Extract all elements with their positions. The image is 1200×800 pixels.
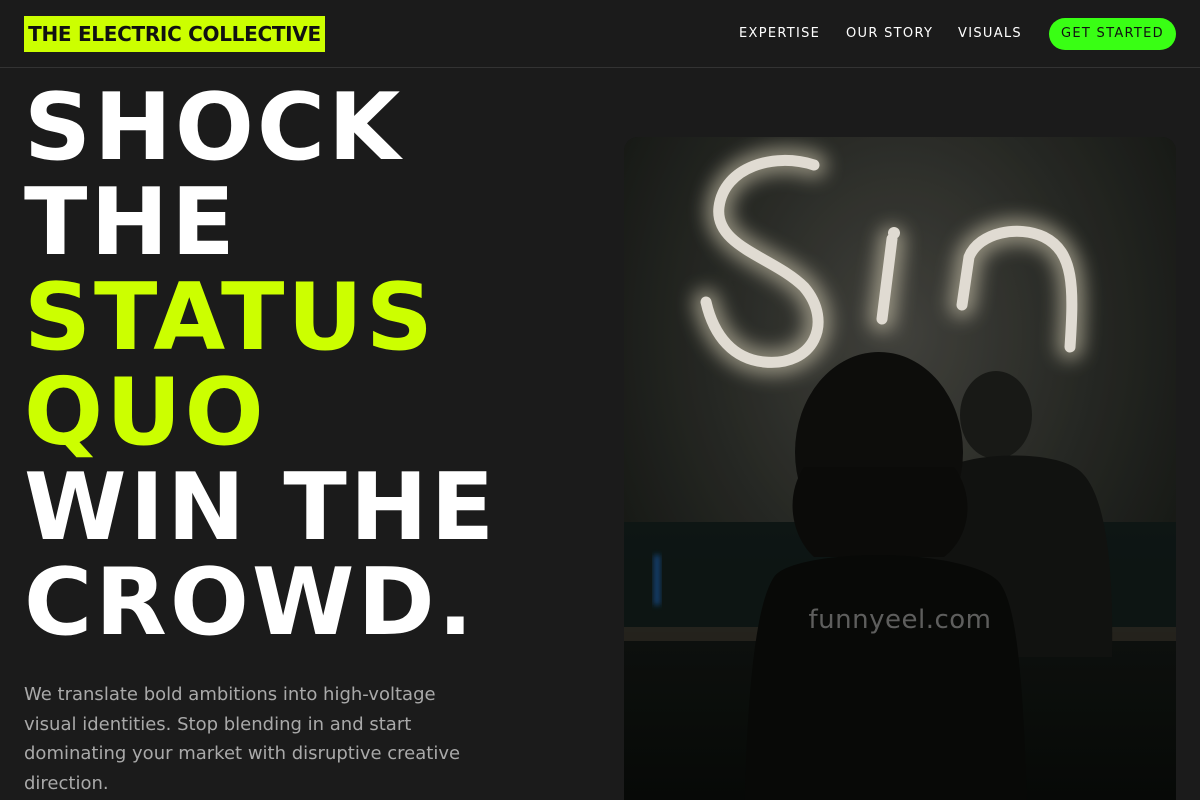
headline-line-5: WIN THE [24, 453, 498, 561]
watermark-text: funnyeel.com [808, 605, 992, 635]
brand-logo[interactable]: THE ELECTRIC COLLECTIVE [24, 16, 325, 52]
nav-link-our-story[interactable]: OUR STORY [846, 0, 933, 68]
headline-line-3: STATUS [24, 263, 436, 371]
hero-headline: SHOCK THE STATUS QUO WIN THE CROWD. [24, 80, 497, 650]
hero-description: We translate bold ambitions into high-vo… [24, 684, 461, 794]
headline-line-4: QUO [24, 358, 267, 466]
landing-page: THE ELECTRIC COLLECTIVE EXPERTISE OUR ST… [0, 0, 1200, 800]
get-started-button[interactable]: GET STARTED [1049, 18, 1176, 50]
neon-sign-photo [624, 137, 1176, 800]
site-header: THE ELECTRIC COLLECTIVE EXPERTISE OUR ST… [0, 0, 1200, 68]
headline-line-2: THE [24, 168, 238, 276]
nav-link-visuals[interactable]: VISUALS [958, 0, 1022, 68]
nav-link-expertise[interactable]: EXPERTISE [739, 0, 820, 68]
headline-line-6: CROWD. [24, 548, 477, 656]
headline-line-1: SHOCK [24, 73, 404, 181]
hero-image: funnyeel.com [624, 137, 1176, 800]
